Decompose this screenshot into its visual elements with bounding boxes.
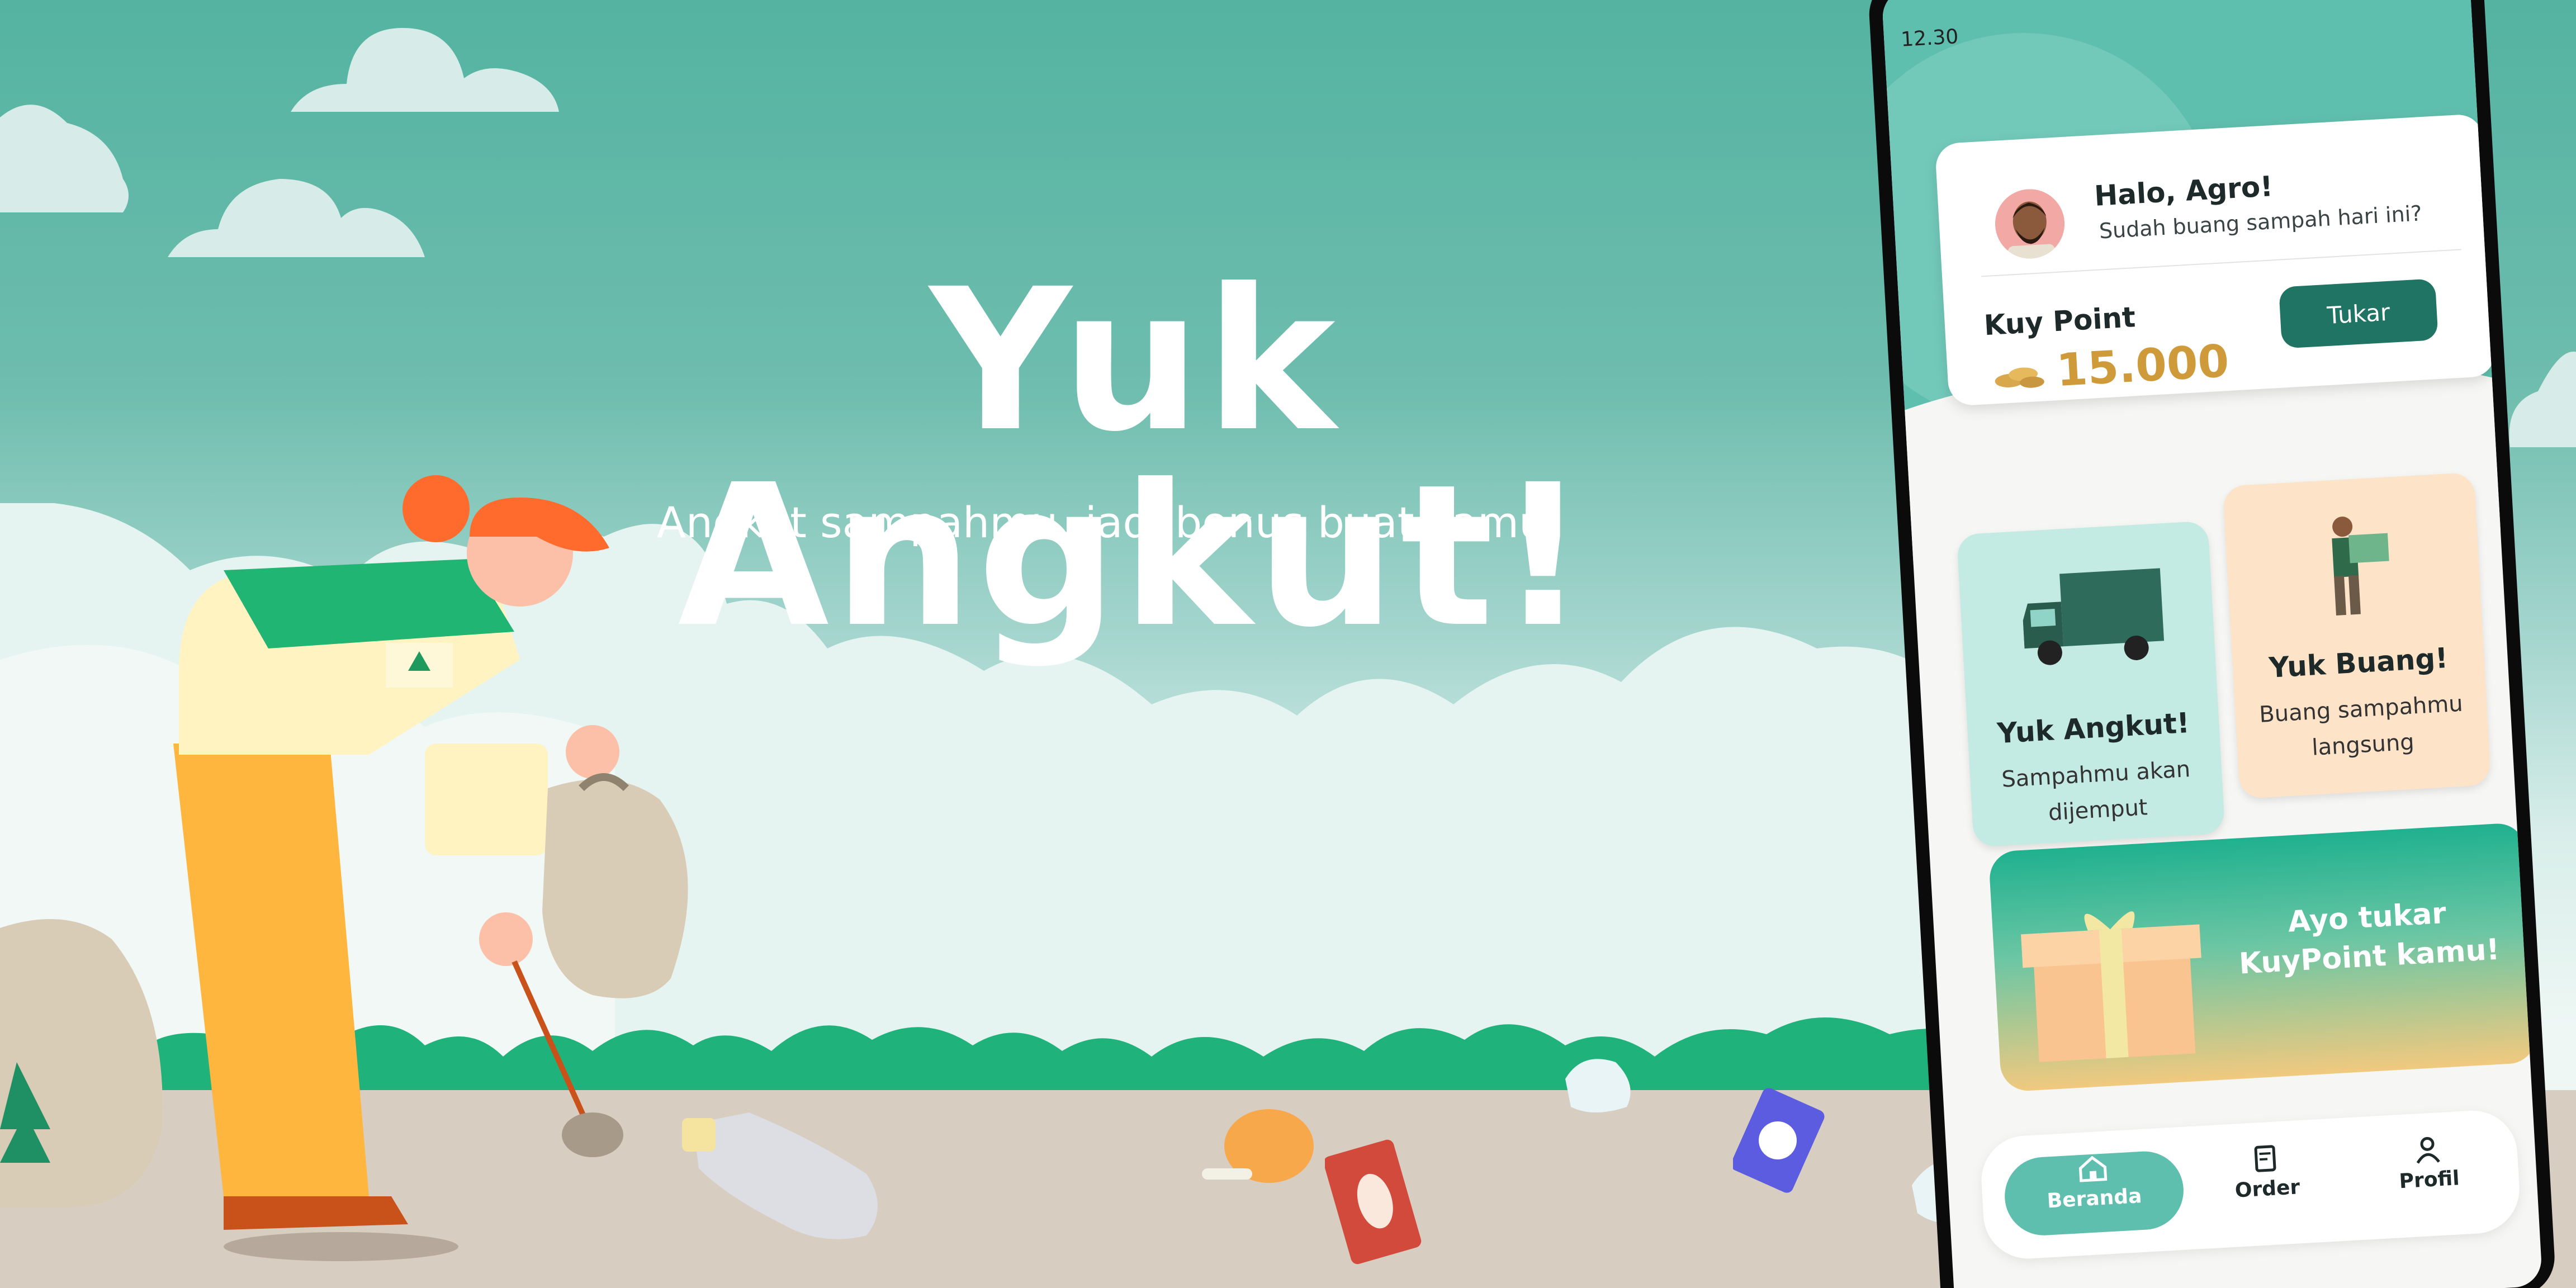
avatar-image: [1995, 189, 2065, 261]
greeting-text: Halo, Agro!: [2093, 170, 2274, 212]
promo-banner[interactable]: Ayo tukar KuyPoint kamu!: [1988, 822, 2538, 1092]
truck-icon: [2023, 568, 2165, 665]
promo-text: Ayo tukar KuyPoint kamu!: [2232, 891, 2504, 984]
divider: [1981, 249, 2461, 277]
nav-item-order[interactable]: Order: [2209, 1142, 2324, 1204]
tile-yuk-buang[interactable]: Yuk Buang! Buang sampahmu langsung: [2222, 472, 2492, 799]
status-time: 12.30: [1900, 25, 1959, 51]
order-icon: [2254, 1145, 2276, 1172]
trash-chicken-leg: [1202, 1109, 1314, 1183]
trash-plastic-bag-1: [1565, 1059, 1631, 1112]
cloud-right: [2509, 351, 2576, 447]
trash-can-red: [1325, 1139, 1422, 1265]
nav-item-beranda[interactable]: Beranda: [2036, 1151, 2151, 1213]
coins-icon: [1995, 367, 2044, 388]
phone-mockup: 12.30 Halo, Agro! Sudah buang sampah har…: [1867, 0, 2557, 1288]
tile-yuk-angkut[interactable]: Yuk Angkut! Sampahmu akan dijemput: [1956, 520, 2225, 847]
cloud-top-left: [0, 105, 129, 212]
user-points-card: Halo, Agro! Sudah buang sampah hari ini?…: [1934, 113, 2497, 406]
hero-subtitle: Angkut sampahmu, jadi bonus buat kamu: [656, 498, 1546, 547]
redeem-button[interactable]: Tukar: [2279, 278, 2438, 349]
tile-yuk-angkut-title: Yuk Angkut!: [1996, 706, 2191, 750]
person-carrying-box-icon: [2332, 517, 2389, 615]
cloud-top-center: [291, 28, 559, 112]
points-label: Kuy Point: [1983, 301, 2137, 342]
gift-box-icon: [2020, 911, 2201, 1062]
phone-screen: 12.30 Halo, Agro! Sudah buang sampah har…: [1881, 0, 2543, 1288]
bottom-nav: Beranda Order Profil: [1979, 1108, 2522, 1261]
hero-title: Yuk Angkut!: [678, 247, 1592, 670]
trash-bottle: [682, 1112, 878, 1239]
profile-icon: [2416, 1137, 2440, 1164]
cloud-mid-left: [168, 179, 425, 257]
nav-item-profil[interactable]: Profil: [2371, 1133, 2485, 1195]
banner-scene: Yuk Angkut! Angkut sampahmu, jadi bonus …: [0, 0, 2576, 1288]
nav-label-order: Order: [2234, 1176, 2301, 1202]
avatar[interactable]: [1993, 187, 2067, 261]
home-icon: [2078, 1156, 2108, 1182]
tile-yuk-buang-title: Yuk Buang!: [2268, 641, 2449, 684]
nav-label-profil: Profil: [2398, 1167, 2460, 1194]
trash-sack-left: [0, 919, 163, 1208]
trash-can-blue: [1733, 1088, 1825, 1193]
points-value: 15.000: [2055, 335, 2231, 397]
